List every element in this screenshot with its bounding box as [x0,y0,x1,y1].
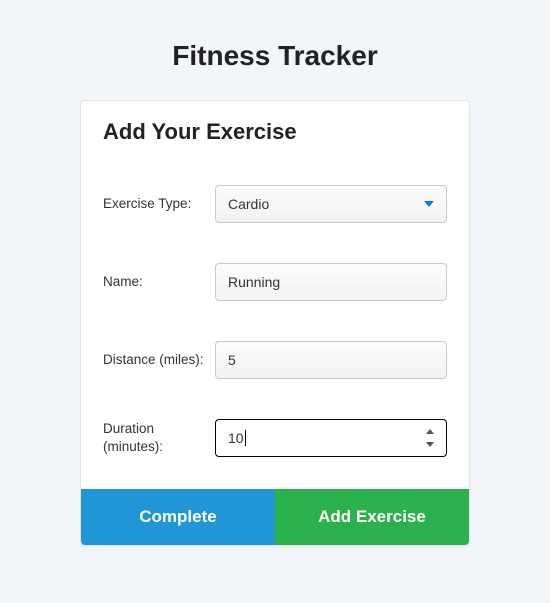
distance-value: 5 [228,352,236,368]
name-value: Running [228,274,280,290]
card-header: Add Your Exercise [81,101,469,155]
card-body: Exercise Type: Cardio Name: Running Dist… [81,155,469,489]
field-row-type: Exercise Type: Cardio [103,185,447,223]
text-cursor-icon [245,430,246,446]
field-row-name: Name: Running [103,263,447,301]
duration-label: Duration (minutes): [103,420,215,455]
distance-label: Distance (miles): [103,351,215,369]
button-row: Complete Add Exercise [81,489,469,545]
complete-button[interactable]: Complete [81,489,275,545]
distance-input[interactable]: 5 [215,341,447,379]
exercise-type-select[interactable]: Cardio [215,185,447,223]
field-row-duration: Duration (minutes): 10 [103,419,447,457]
field-row-distance: Distance (miles): 5 [103,341,447,379]
name-label: Name: [103,273,215,291]
add-exercise-button[interactable]: Add Exercise [275,489,469,545]
name-input[interactable]: Running [215,263,447,301]
add-exercise-card: Add Your Exercise Exercise Type: Cardio … [80,100,470,546]
exercise-type-value: Cardio [228,196,269,212]
chevron-down-icon [424,201,434,207]
page-title: Fitness Tracker [0,0,550,100]
duration-input[interactable]: 10 [215,419,447,457]
exercise-type-label: Exercise Type: [103,195,215,213]
number-stepper-icon[interactable] [426,429,436,447]
duration-value: 10 [228,430,244,446]
